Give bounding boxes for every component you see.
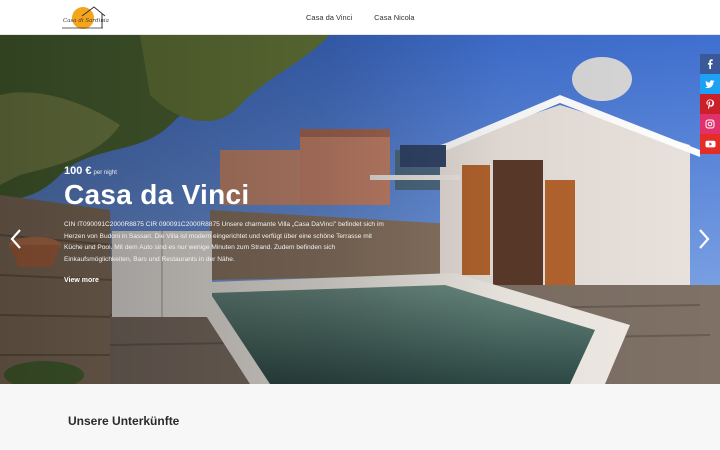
hero-slider: 100 € per night Casa da Vinci CIN IT09009… <box>0 35 720 384</box>
instagram-icon[interactable] <box>700 114 720 134</box>
section-title: Unsere Unterkünfte <box>68 414 180 428</box>
pinterest-icon[interactable] <box>700 94 720 114</box>
slider-prev-arrow-icon[interactable] <box>6 227 26 251</box>
main-nav: Casa da Vinci Casa Nicola <box>306 0 415 35</box>
site-header: Casa di Sardinia Casa da Vinci Casa Nico… <box>0 0 720 35</box>
logo-text: Casa di Sardinia <box>63 18 109 24</box>
facebook-icon[interactable] <box>700 54 720 74</box>
price-amount: 100 € <box>64 165 92 177</box>
hero-title: Casa da Vinci <box>64 179 250 210</box>
site-logo[interactable]: Casa di Sardinia <box>62 5 109 30</box>
social-share-bar <box>700 54 720 154</box>
youtube-icon[interactable] <box>700 134 720 154</box>
slider-next-arrow-icon[interactable] <box>694 227 714 251</box>
hero-description: CIN IT090091C2000R8875 CIR 090091C2000R8… <box>64 221 384 263</box>
nav-item-casa-nicola[interactable]: Casa Nicola <box>374 13 414 22</box>
view-more-link[interactable]: View more <box>64 277 99 284</box>
nav-item-casa-da-vinci[interactable]: Casa da Vinci <box>306 13 352 22</box>
twitter-icon[interactable] <box>700 74 720 94</box>
price-unit: per night <box>93 170 117 176</box>
price-tag: 100 € per night <box>64 161 117 179</box>
accommodations-section: Unsere Unterkünfte <box>0 384 720 450</box>
